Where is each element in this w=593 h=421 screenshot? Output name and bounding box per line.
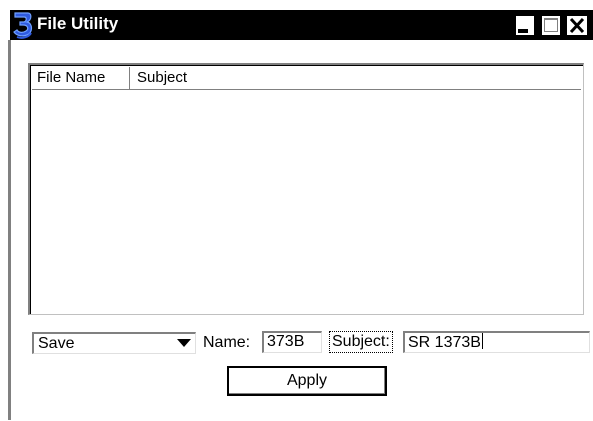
action-select[interactable]: Save: [32, 332, 196, 354]
close-button[interactable]: [566, 15, 588, 36]
maximize-icon: [541, 15, 561, 36]
minimize-icon: [515, 15, 535, 36]
file-list[interactable]: File Name Subject: [28, 63, 584, 315]
window-title: File Utility: [37, 14, 119, 33]
subject-field-value: SR 1373B: [408, 334, 481, 351]
action-select-value: Save: [38, 335, 75, 352]
name-label: Name:: [203, 334, 251, 351]
column-header-subject[interactable]: Subject: [131, 67, 571, 89]
minimize-button[interactable]: [515, 15, 535, 36]
apply-button[interactable]: Apply: [227, 366, 387, 396]
chevron-down-icon: [177, 339, 191, 347]
close-icon: [566, 15, 588, 36]
window-frame-left: [8, 40, 11, 420]
name-field-value: 373B: [267, 333, 305, 350]
file-utility-window: File Utility File Name Subject Save Name…: [0, 0, 593, 421]
file-list-frame: [30, 65, 583, 314]
text-caret: [481, 333, 483, 349]
maximize-button[interactable]: [541, 15, 561, 36]
column-header-file-name[interactable]: File Name: [32, 67, 130, 89]
name-field[interactable]: 373B: [262, 331, 322, 353]
list-header: File Name Subject: [32, 67, 581, 90]
subject-label: Subject:: [329, 331, 393, 353]
bentley-b-icon: [13, 12, 33, 39]
subject-field[interactable]: SR 1373B: [403, 331, 590, 353]
